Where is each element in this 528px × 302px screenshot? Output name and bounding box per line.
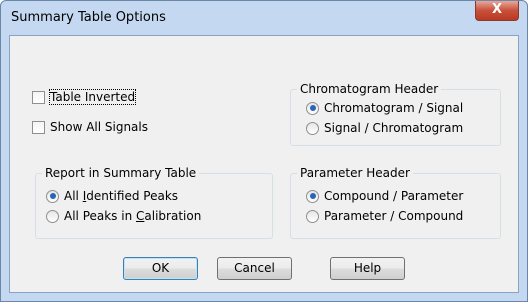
show-all-signals-label: Show All Signals <box>50 120 148 134</box>
parameter-header-title: Parameter Header <box>297 166 413 180</box>
close-button[interactable]: X <box>475 1 519 21</box>
window-title: Summary Table Options <box>11 10 166 25</box>
table-inverted-checkbox[interactable]: Table Inverted <box>32 89 137 105</box>
checkbox-box[interactable] <box>32 90 45 104</box>
radio-button[interactable] <box>306 121 319 135</box>
table-inverted-label: Table Inverted <box>48 89 137 105</box>
radio-compound-parameter[interactable]: Compound / Parameter <box>306 189 463 203</box>
cancel-button[interactable]: Cancel <box>217 257 292 280</box>
chromatogram-header-title: Chromatogram Header <box>297 82 442 96</box>
report-group: Report in Summary Table All Identified P… <box>35 166 273 239</box>
radio-label: Signal / Chromatogram <box>324 121 464 135</box>
radio-label: Chromatogram / Signal <box>324 101 464 115</box>
ok-button[interactable]: OK <box>123 257 198 280</box>
radio-signal-chromatogram[interactable]: Signal / Chromatogram <box>306 121 463 135</box>
parameter-header-group: Parameter Header Compound / Parameter Pa… <box>290 166 501 239</box>
chromatogram-header-group: Chromatogram Header Chromatogram / Signa… <box>290 82 501 146</box>
radio-label: All Peaks in Calibration <box>64 209 202 223</box>
radio-all-peaks-calibration[interactable]: All Peaks in Calibration <box>46 209 201 223</box>
radio-label: Compound / Parameter <box>324 189 464 203</box>
radio-label: All Identified Peaks <box>64 189 179 203</box>
radio-chromatogram-signal[interactable]: Chromatogram / Signal <box>306 101 463 115</box>
dialog-body: Table Inverted Show All Signals Chromato… <box>9 35 519 293</box>
help-button[interactable]: Help <box>330 257 405 280</box>
dialog-window: Summary Table Options X Table Inverted S… <box>0 0 528 302</box>
checkbox-box[interactable] <box>32 120 45 134</box>
radio-parameter-compound[interactable]: Parameter / Compound <box>306 209 463 223</box>
radio-all-identified-peaks[interactable]: All Identified Peaks <box>46 189 178 203</box>
radio-label: Parameter / Compound <box>324 209 464 223</box>
report-title: Report in Summary Table <box>42 166 200 180</box>
radio-button[interactable] <box>306 209 319 223</box>
show-all-signals-checkbox[interactable]: Show All Signals <box>32 120 148 134</box>
radio-button[interactable] <box>306 189 319 203</box>
close-icon: X <box>491 2 503 17</box>
title-bar[interactable]: Summary Table Options X <box>1 1 527 35</box>
radio-button[interactable] <box>46 209 59 223</box>
radio-button[interactable] <box>46 189 59 203</box>
radio-button[interactable] <box>306 101 319 115</box>
